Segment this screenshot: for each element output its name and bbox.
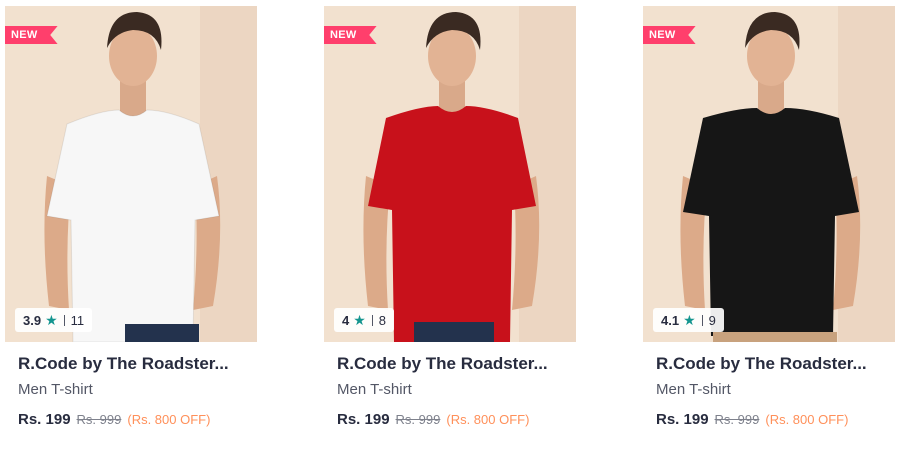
- product-card[interactable]: NEW 3.9 ★ 11 R.Code by The Roadster... M…: [5, 6, 257, 446]
- product-name: Men T-shirt: [656, 381, 731, 398]
- rating-chip: 3.9 ★ 11: [15, 308, 93, 332]
- product-brand[interactable]: R.Code by The Roadster...: [18, 354, 253, 374]
- discount-label: (Rs. 800 OFF): [765, 412, 849, 427]
- rating-divider: [63, 314, 65, 326]
- product-card[interactable]: NEW 4 ★ 8 R.Code by The Roadster... Men …: [324, 6, 576, 446]
- discount-label: (Rs. 800 OFF): [127, 412, 211, 427]
- rating-count: 9: [708, 312, 716, 328]
- price-row: Rs. 199 Rs. 999 (Rs. 800 OFF): [18, 411, 253, 428]
- product-info: R.Code by The Roadster... Men T-shirt Rs…: [18, 354, 253, 428]
- rating-chip: 4.1 ★ 9: [653, 308, 724, 332]
- price-row: Rs. 199 Rs. 999 (Rs. 800 OFF): [656, 411, 891, 428]
- rating-count: 11: [70, 312, 85, 328]
- new-badge: NEW: [324, 26, 377, 44]
- model-illustration: [643, 6, 895, 342]
- product-brand[interactable]: R.Code by The Roadster...: [656, 354, 891, 374]
- product-grid: NEW 3.9 ★ 11 R.Code by The Roadster... M…: [0, 0, 898, 450]
- original-price: Rs. 999: [395, 412, 441, 427]
- price-row: Rs. 199 Rs. 999 (Rs. 800 OFF): [337, 411, 572, 428]
- new-badge: NEW: [643, 26, 696, 44]
- product-image[interactable]: NEW 4 ★ 8: [324, 6, 576, 342]
- rating-divider: [701, 314, 703, 326]
- product-info: R.Code by The Roadster... Men T-shirt Rs…: [337, 354, 572, 428]
- selling-price: Rs. 199: [18, 411, 71, 428]
- star-icon: ★: [683, 312, 696, 328]
- product-card[interactable]: NEW 4.1 ★ 9 R.Code by The Roadster... Me…: [643, 6, 895, 446]
- original-price: Rs. 999: [76, 412, 122, 427]
- product-name: Men T-shirt: [337, 381, 412, 398]
- model-illustration: [5, 6, 257, 342]
- product-name: Men T-shirt: [18, 381, 93, 398]
- model-illustration: [324, 6, 576, 342]
- product-image[interactable]: NEW 4.1 ★ 9: [643, 6, 895, 342]
- selling-price: Rs. 199: [337, 411, 390, 428]
- rating-divider: [371, 314, 373, 326]
- rating-value: 3.9: [23, 312, 42, 328]
- product-image[interactable]: NEW 3.9 ★ 11: [5, 6, 257, 342]
- discount-label: (Rs. 800 OFF): [446, 412, 530, 427]
- star-icon: ★: [45, 312, 58, 328]
- original-price: Rs. 999: [714, 412, 760, 427]
- rating-value: 4.1: [661, 312, 680, 328]
- rating-count: 8: [378, 312, 387, 328]
- new-badge: NEW: [5, 26, 58, 44]
- star-icon: ★: [353, 312, 366, 328]
- product-brand[interactable]: R.Code by The Roadster...: [337, 354, 572, 374]
- product-info: R.Code by The Roadster... Men T-shirt Rs…: [656, 354, 891, 428]
- rating-value: 4: [342, 312, 350, 328]
- rating-chip: 4 ★ 8: [334, 308, 395, 332]
- selling-price: Rs. 199: [656, 411, 709, 428]
